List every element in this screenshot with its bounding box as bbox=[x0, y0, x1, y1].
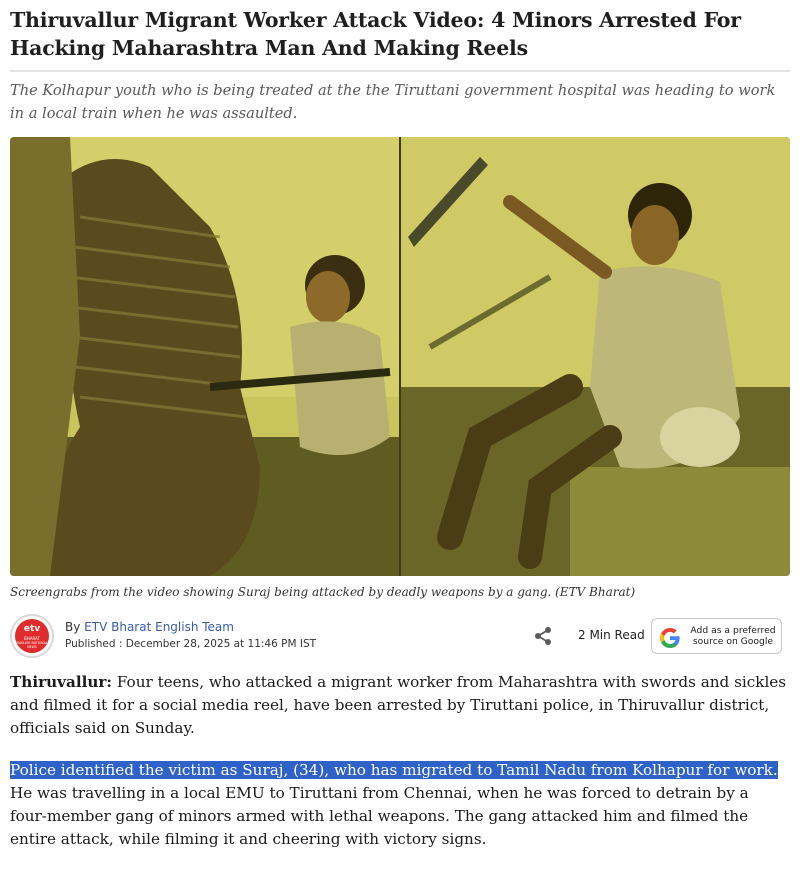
body-paragraph-2: Police identified the victim as Suraj, (… bbox=[10, 759, 790, 851]
by-prefix: By bbox=[65, 620, 81, 634]
article-subhead: The Kolhapur youth who is being treated … bbox=[10, 82, 776, 122]
dateline: Thiruvallur: bbox=[10, 673, 113, 691]
byline-author-line: By ETV Bharat English Team bbox=[65, 620, 234, 634]
logo-text: etv bbox=[23, 624, 41, 634]
google-g-icon bbox=[660, 628, 680, 648]
headline-divider bbox=[10, 70, 790, 72]
paragraph-text: He was travelling in a local EMU to Tiru… bbox=[10, 784, 749, 848]
etv-bharat-logo[interactable]: etv BHARAT ENGLISH NATIONAL NEWS bbox=[10, 614, 54, 658]
share-icon[interactable] bbox=[533, 626, 553, 646]
body-paragraph-1: Thiruvallur: Four teens, who attacked a … bbox=[10, 671, 790, 740]
published-date: Published : December 28, 2025 at 11:46 P… bbox=[65, 638, 317, 650]
logo-sub: ENGLISH NATIONAL NEWS bbox=[16, 641, 48, 649]
article-hero-image[interactable] bbox=[10, 137, 790, 576]
byline-row: etv BHARAT ENGLISH NATIONAL NEWS By ETV … bbox=[10, 612, 790, 658]
author-link[interactable]: ETV Bharat English Team bbox=[84, 620, 234, 634]
google-button-label: Add as a preferred source on Google bbox=[690, 625, 776, 647]
read-time: 2 Min Read bbox=[578, 628, 645, 642]
selected-text[interactable]: Police identified the victim as Suraj, (… bbox=[10, 761, 778, 779]
hero-image-screengrabs bbox=[10, 137, 790, 576]
paragraph-text: Four teens, who attacked a migrant worke… bbox=[10, 673, 787, 737]
image-caption: Screengrabs from the video showing Suraj… bbox=[10, 585, 636, 599]
article-headline: Thiruvallur Migrant Worker Attack Video:… bbox=[10, 8, 741, 60]
google-preferred-source-button[interactable]: Add as a preferred source on Google bbox=[651, 618, 782, 654]
